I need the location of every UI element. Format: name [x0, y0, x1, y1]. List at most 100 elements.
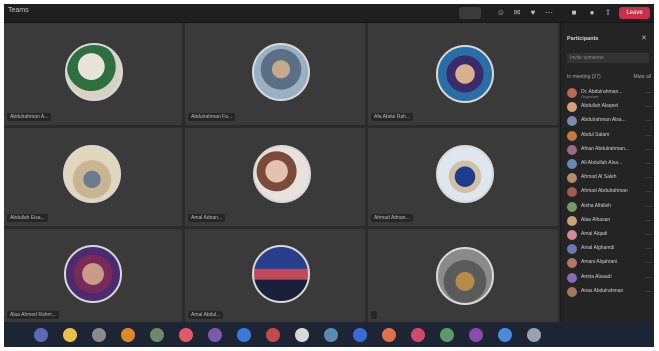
reactions-icon[interactable]: ♥ — [526, 6, 540, 20]
participant-name-tag: Amal Abdul... — [188, 311, 224, 319]
app-icon[interactable] — [295, 328, 309, 342]
close-icon[interactable]: ✕ — [641, 34, 647, 42]
app-icon[interactable] — [324, 328, 338, 342]
participant-name: Amal Alqadi — [581, 231, 608, 237]
chrome-icon[interactable] — [92, 328, 106, 342]
more-options-icon[interactable]: … — [645, 203, 651, 209]
participant-row[interactable]: Abdullah Alaqeel … — [567, 101, 651, 113]
more-options-icon[interactable]: … — [645, 89, 651, 95]
video-tile[interactable]: Amal Abdul... — [185, 229, 365, 323]
app-icon[interactable] — [527, 328, 541, 342]
participant-avatar — [567, 88, 577, 98]
participant-row[interactable]: Amani Alqahtani… — [567, 257, 651, 269]
more-options-icon[interactable]: … — [645, 288, 651, 294]
app-icon[interactable] — [469, 328, 483, 342]
participant-name-tag — [371, 311, 377, 319]
participant-name: Abdulrahman Alsa... — [581, 117, 626, 124]
participant-avatar — [567, 286, 577, 297]
video-tile[interactable]: Alaa Ahmed Rahm... — [4, 229, 182, 323]
app-icon[interactable] — [237, 328, 251, 342]
mail-icon[interactable] — [208, 328, 222, 342]
participant-name: Ahmad Abdulrahman — [581, 188, 628, 195]
panel-title: Participants — [567, 36, 599, 42]
video-tile[interactable]: Afa Abdul Rah... — [368, 23, 558, 125]
more-options-icon[interactable]: … — [645, 245, 651, 251]
more-options-icon[interactable]: … — [645, 132, 651, 138]
video-tile[interactable]: Abdulrahman A... — [4, 23, 182, 125]
participant-name: Abdullah Alaqeel — [581, 103, 619, 110]
mute-all-link[interactable]: Mute all — [633, 74, 651, 80]
participant-row[interactable]: Ali Abdullah Alsa... … — [567, 158, 651, 170]
share-icon[interactable]: ⇧ — [601, 6, 615, 20]
participant-avatar — [567, 173, 577, 184]
participant-row[interactable]: Ahmad Abdulrahman … — [567, 186, 651, 198]
more-icon[interactable]: ⋯ — [542, 6, 556, 20]
participant-name: Amira Alsaadi — [581, 273, 612, 280]
more-options-icon[interactable]: … — [645, 259, 651, 265]
participant-row[interactable]: Alaa Alhasan… — [567, 215, 651, 227]
avatar — [65, 43, 123, 101]
more-options-icon[interactable]: … — [645, 103, 651, 109]
participant-row[interactable]: Abdulrahman Alsa... … — [567, 115, 651, 127]
participant-row[interactable]: Amal Alghamdi … — [567, 243, 651, 255]
app-icon[interactable] — [266, 328, 280, 342]
people-icon[interactable]: ☺ — [494, 6, 508, 20]
participant-avatar — [567, 258, 577, 269]
participant-role: Organizer — [581, 94, 599, 99]
more-options-icon[interactable]: … — [645, 117, 651, 123]
leave-button[interactable]: Leave — [619, 7, 650, 19]
more-options-icon[interactable]: … — [645, 188, 651, 194]
participant-row[interactable]: Anas Abdulrahman … — [567, 286, 651, 298]
edge-icon[interactable] — [150, 328, 164, 342]
participant-row[interactable]: Amira Alsaadi … — [567, 272, 651, 284]
avatar — [436, 145, 494, 203]
camera-icon[interactable]: ■ — [567, 6, 581, 20]
video-tile[interactable] — [368, 229, 558, 323]
app-icon[interactable] — [440, 328, 454, 342]
participant-name: Ahmad Al Saleh — [581, 174, 617, 181]
video-tile[interactable]: Abdullah Eisa... — [4, 128, 182, 226]
participant-row[interactable]: Ahmad Al Saleh … — [567, 172, 651, 184]
participant-row[interactable]: Aisha Alfalleh… — [567, 201, 651, 213]
more-options-icon[interactable]: … — [645, 174, 651, 180]
app-icon[interactable] — [411, 328, 425, 342]
participant-row[interactable]: Dr. Abdulrahman... Organizer… — [567, 87, 651, 99]
participant-avatar — [567, 116, 577, 127]
teams-icon[interactable] — [63, 328, 77, 342]
avatar — [252, 245, 310, 303]
participant-avatar — [567, 130, 577, 141]
video-tile[interactable]: Amal Adnan... — [185, 128, 365, 226]
window-title: Teams — [8, 7, 29, 14]
participant-avatar — [567, 272, 577, 283]
store-icon[interactable] — [179, 328, 193, 342]
invite-search-input[interactable]: Invite someone — [567, 53, 649, 63]
more-options-icon[interactable]: … — [645, 160, 651, 166]
participant-avatar — [567, 201, 577, 212]
app-icon[interactable] — [353, 328, 367, 342]
participant-name: Amal Alghamdi — [581, 245, 615, 252]
meeting-timer — [459, 7, 481, 19]
participant-name-tag: Abdulrahman A... — [7, 113, 52, 121]
start-icon[interactable] — [34, 328, 48, 342]
video-tile[interactable]: Ahmad Adnan... — [368, 128, 558, 226]
app-icon[interactable] — [498, 328, 512, 342]
participant-name-tag: Abdullah Eisa... — [7, 214, 48, 222]
more-options-icon[interactable]: … — [645, 146, 651, 152]
more-options-icon[interactable]: … — [645, 231, 651, 237]
title-bar: Teams ☺ ✉ ♥ ⋯ ■ ● ⇧ Leave — [4, 4, 654, 23]
in-meeting-section-header[interactable]: In meeting (27) Mute all — [567, 74, 651, 82]
video-tile[interactable]: Abdulrahman Fa... — [185, 23, 365, 125]
more-options-icon[interactable]: … — [645, 274, 651, 280]
participant-row[interactable]: Abdul Salam… — [567, 130, 651, 142]
avatar — [253, 145, 311, 203]
participant-row[interactable]: Afnan Abdulrahman...… — [567, 144, 651, 156]
mic-icon[interactable]: ● — [585, 6, 599, 20]
chat-icon[interactable]: ✉ — [510, 6, 524, 20]
app-icon[interactable] — [382, 328, 396, 342]
more-options-icon[interactable]: … — [645, 217, 651, 223]
participant-name: Ali Abdullah Alsa... — [581, 160, 623, 166]
taskbar — [4, 322, 654, 347]
participant-name: Anas Abdulrahman — [581, 287, 624, 294]
participant-row[interactable]: Amal Alqadi … — [567, 229, 651, 241]
files-icon[interactable] — [121, 328, 135, 342]
